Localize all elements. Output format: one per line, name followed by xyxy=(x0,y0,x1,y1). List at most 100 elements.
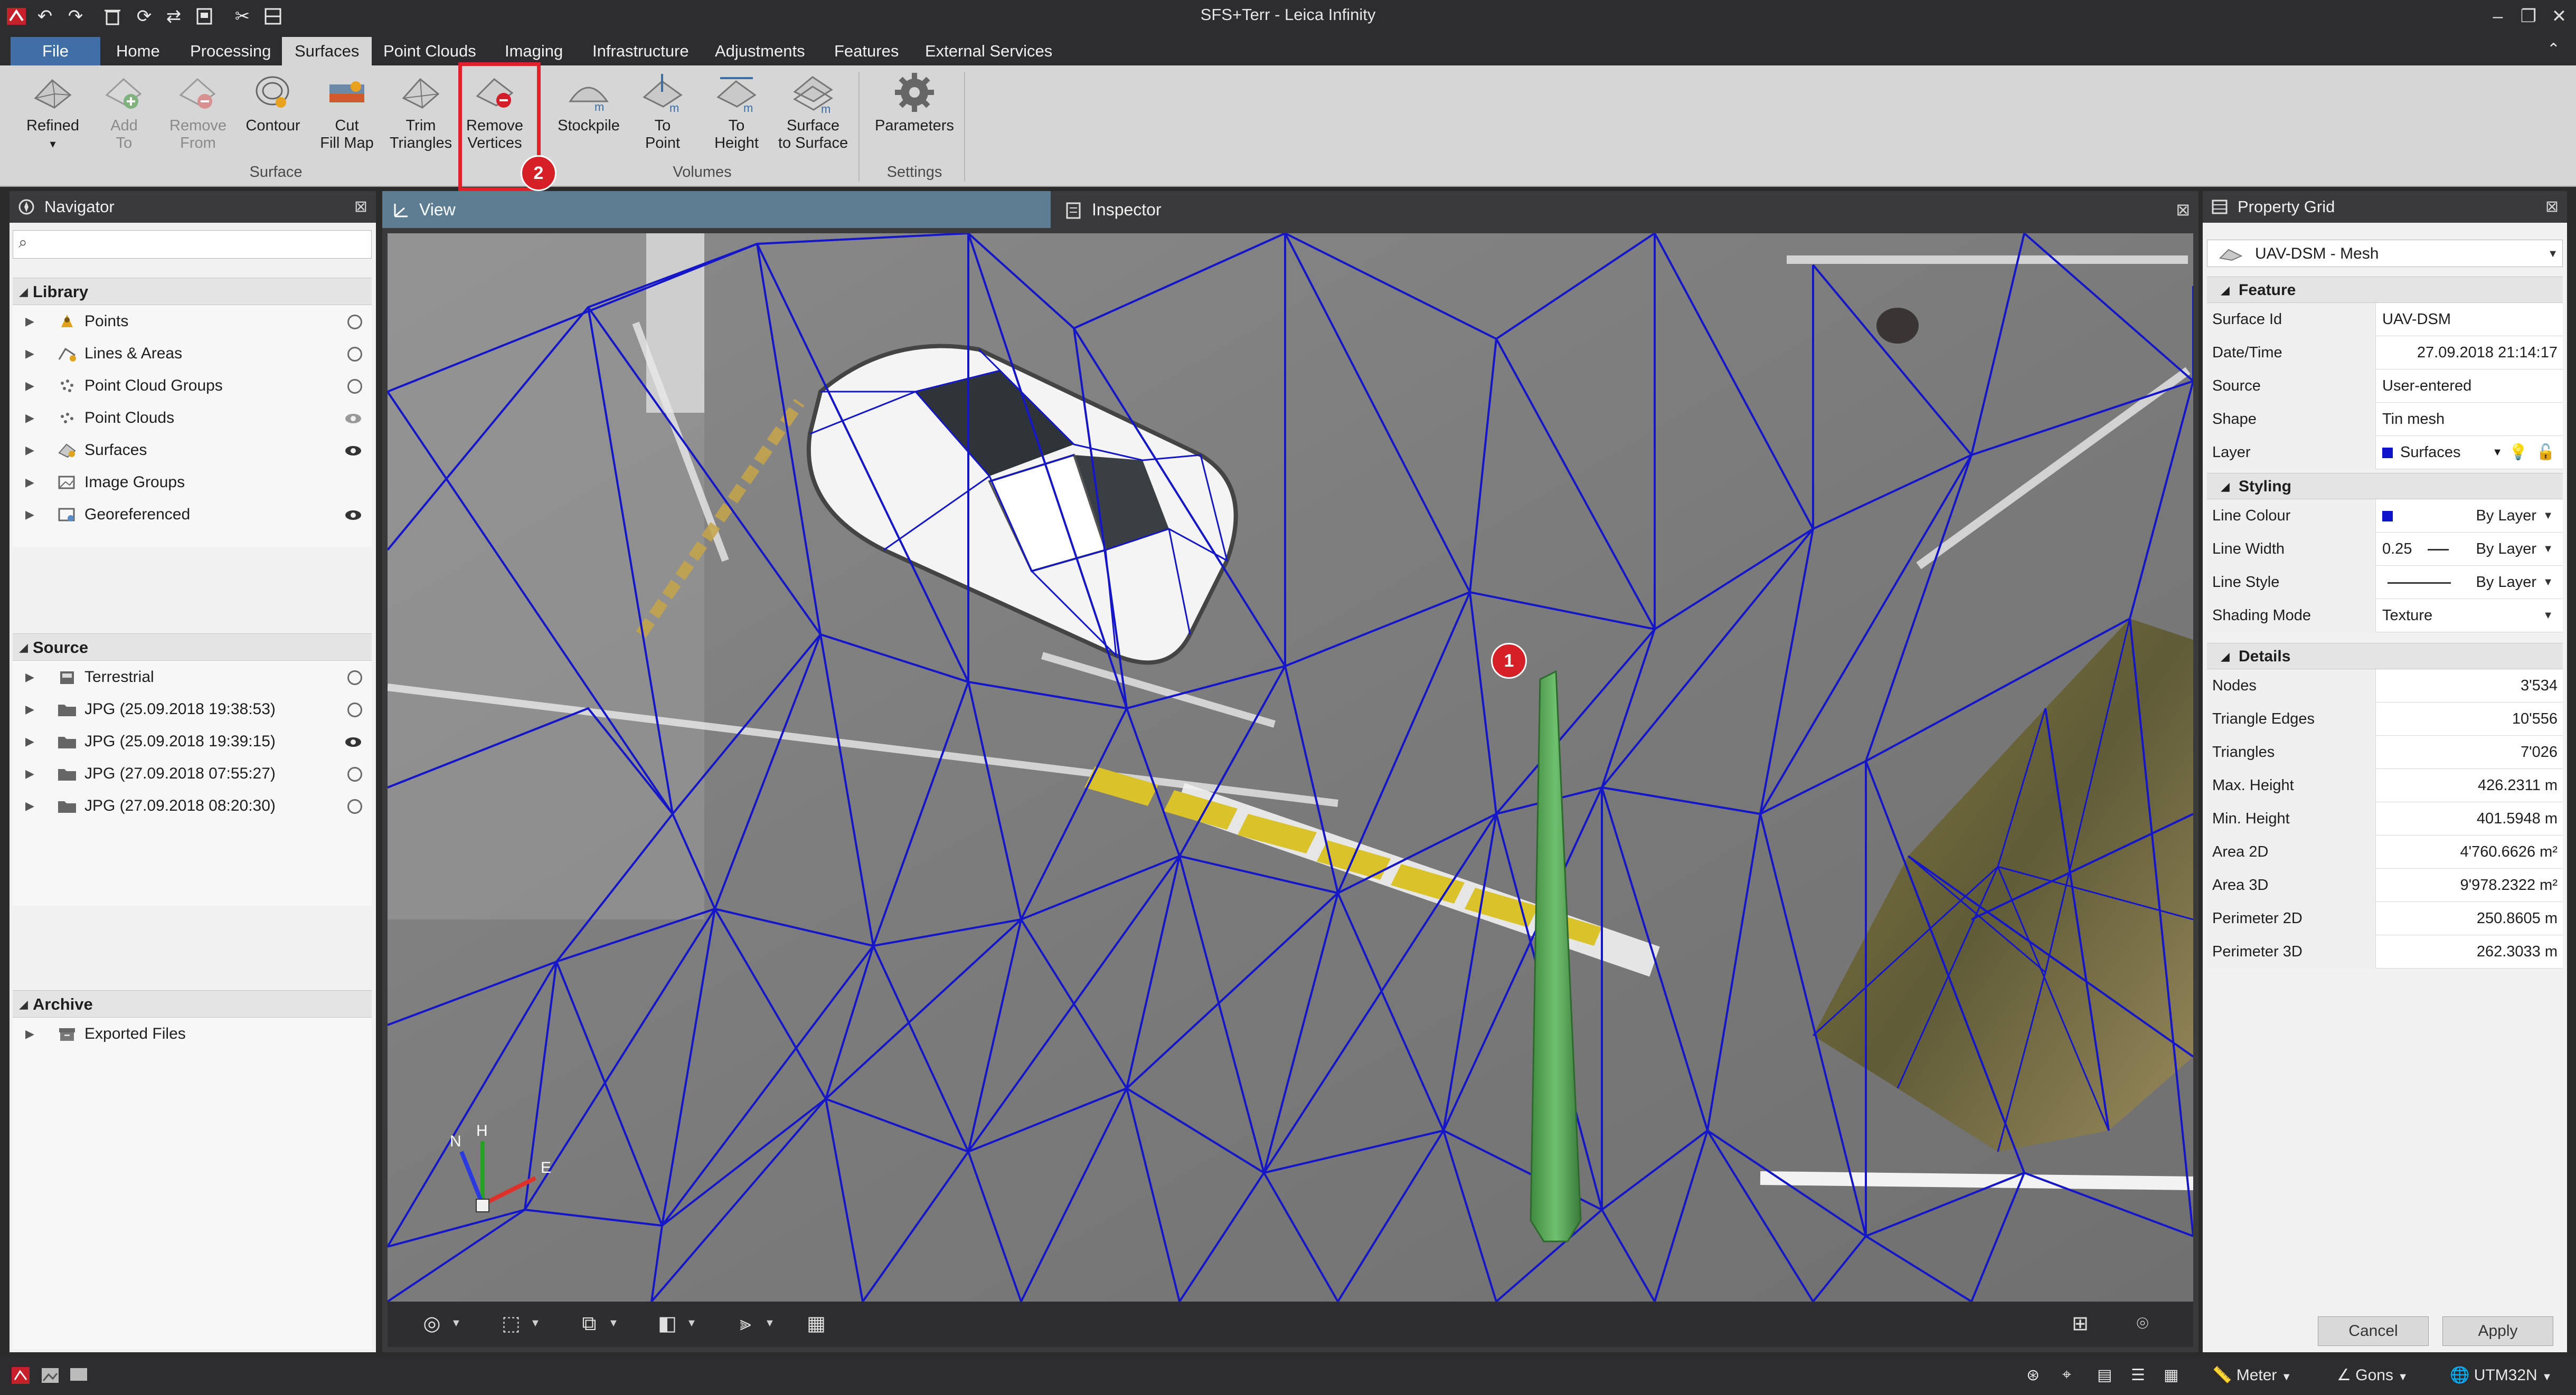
nav-item-image-groups[interactable]: ▶ Image Groups xyxy=(13,466,372,498)
tab-point-clouds[interactable]: Point Clouds xyxy=(371,37,489,65)
tab-file[interactable]: File xyxy=(11,37,100,65)
grid-toggle-icon[interactable]: ▤ xyxy=(2097,1366,2112,1384)
box-icon[interactable]: ◧ xyxy=(656,1312,679,1335)
image-icon[interactable] xyxy=(40,1365,61,1386)
visibility-toggle[interactable] xyxy=(347,703,362,717)
3d-viewport[interactable]: N H E 1 xyxy=(388,233,2193,1302)
property-value[interactable]: UAV-DSM xyxy=(2382,303,2558,336)
close-view-icon[interactable]: ⊠ xyxy=(2176,191,2190,228)
search-input[interactable] xyxy=(39,234,366,255)
mesh-scene[interactable]: N H E xyxy=(388,233,2193,1302)
chevron-down-icon[interactable]: ▼ xyxy=(2543,499,2553,533)
tab-external-services[interactable]: External Services xyxy=(912,37,1065,65)
selected-object-dropdown[interactable]: UAV-DSM - Mesh ▼ xyxy=(2207,240,2563,267)
chevron-down-icon[interactable]: ▼ xyxy=(608,1317,619,1330)
to-point-button[interactable]: m To Point xyxy=(628,71,697,171)
nav-item-jpg[interactable]: ▶ JPG (25.09.2018 19:39:15) xyxy=(13,725,372,757)
details-header[interactable]: ◢ Details xyxy=(2207,643,2563,669)
line-style-dropdown[interactable]: By Layer ▼ xyxy=(2382,566,2558,599)
apply-button[interactable]: Apply xyxy=(2442,1316,2553,1346)
shading-mode-dropdown[interactable]: Texture ▼ xyxy=(2382,599,2558,632)
tab-home[interactable]: Home xyxy=(103,37,173,65)
maximize-button[interactable]: ❐ xyxy=(2513,3,2544,30)
refined-button[interactable]: Refined ▾ xyxy=(18,71,87,171)
parameters-button[interactable]: Parameters xyxy=(872,71,957,171)
surface-to-surface-button[interactable]: m Surface to Surface xyxy=(776,71,850,171)
layer-dropdown[interactable]: Surfaces ▼ 💡 🔓 xyxy=(2382,436,2558,469)
chevron-down-icon[interactable]: ▼ xyxy=(451,1317,461,1330)
measure-icon[interactable]: ⌖ xyxy=(2062,1366,2071,1384)
snap-icon[interactable]: ⊛ xyxy=(2026,1366,2040,1384)
trim-triangles-button[interactable]: Trim Triangles xyxy=(386,71,455,171)
visibility-toggle[interactable] xyxy=(347,670,362,685)
visibility-toggle[interactable] xyxy=(347,767,362,782)
tab-imaging[interactable]: Imaging xyxy=(492,37,575,65)
eye-icon[interactable] xyxy=(344,443,362,458)
minimize-button[interactable]: – xyxy=(2483,3,2513,30)
remove-from-button[interactable]: Remove From xyxy=(164,71,232,171)
tab-adjustments[interactable]: Adjustments xyxy=(702,37,818,65)
eye-partial-icon[interactable] xyxy=(344,411,362,426)
lock-icon[interactable]: 🔓 xyxy=(2536,436,2555,469)
view-cube-icon[interactable]: ⧉ xyxy=(578,1312,601,1335)
nav-item-point-clouds[interactable]: ▶ Point Clouds xyxy=(13,402,372,434)
feature-header[interactable]: ◢ Feature xyxy=(2207,277,2563,303)
database-icon[interactable]: ▦ xyxy=(2164,1366,2178,1384)
filter-icon[interactable]: ⫸ xyxy=(734,1312,757,1335)
visibility-toggle[interactable] xyxy=(347,347,362,362)
visibility-toggle[interactable] xyxy=(347,799,362,814)
library-header[interactable]: ◢ Library xyxy=(13,278,372,305)
close-panel-icon[interactable]: ⊠ xyxy=(354,191,367,223)
units-dropdown[interactable]: 📏 Meter ▼ xyxy=(2212,1366,2292,1384)
tab-inspector[interactable]: Inspector ⊠ xyxy=(1055,191,2198,228)
nav-item-points[interactable]: ▶ Points xyxy=(13,305,372,337)
fit-view-icon[interactable]: ⊞ xyxy=(2069,1312,2092,1335)
chevron-down-icon[interactable]: ▼ xyxy=(530,1317,541,1330)
nav-item-jpg[interactable]: ▶ JPG (27.09.2018 07:55:27) xyxy=(13,757,372,790)
tab-processing[interactable]: Processing xyxy=(177,37,284,65)
contour-button[interactable]: Contour xyxy=(239,71,307,171)
visibility-toggle[interactable] xyxy=(347,379,362,394)
lightbulb-icon[interactable]: 💡 xyxy=(2509,436,2528,469)
chevron-down-icon[interactable]: ▼ xyxy=(2547,240,2558,268)
source-header[interactable]: ◢ Source xyxy=(13,633,372,661)
cut-fill-map-button[interactable]: Cut Fill Map xyxy=(313,71,381,171)
layers-icon[interactable]: ☰ xyxy=(2131,1366,2145,1384)
archive-header[interactable]: ◢ Archive xyxy=(13,990,372,1018)
chevron-down-icon[interactable]: ▼ xyxy=(2492,436,2503,469)
line-width-dropdown[interactable]: 0.25 By Layer ▼ xyxy=(2382,533,2558,566)
angle-units-dropdown[interactable]: ∠ Gons ▼ xyxy=(2337,1366,2408,1384)
chevron-down-icon[interactable]: ▼ xyxy=(765,1317,775,1330)
chevron-down-icon[interactable]: ▼ xyxy=(2543,566,2553,599)
line-colour-dropdown[interactable]: By Layer ▼ xyxy=(2382,499,2558,533)
search-field[interactable]: ⌕ xyxy=(13,230,372,259)
chevron-down-icon[interactable]: ▼ xyxy=(2543,599,2553,632)
select-tool-icon[interactable]: ⬚ xyxy=(499,1312,523,1335)
eye-icon[interactable] xyxy=(344,508,362,523)
add-to-button[interactable]: Add To xyxy=(90,71,158,171)
collapse-ribbon-icon[interactable]: ⌃ xyxy=(2547,40,2560,59)
stockpile-button[interactable]: m Stockpile xyxy=(554,71,623,171)
chevron-down-icon[interactable]: ▼ xyxy=(2543,533,2553,566)
tab-view[interactable]: View xyxy=(382,191,1051,228)
visibility-toggle[interactable] xyxy=(347,315,362,329)
grid-icon[interactable]: ▦ xyxy=(805,1312,828,1335)
tab-features[interactable]: Features xyxy=(822,37,911,65)
cancel-button[interactable]: Cancel xyxy=(2318,1316,2429,1346)
tab-surfaces[interactable]: Surfaces xyxy=(282,37,372,65)
to-height-button[interactable]: m To Height xyxy=(702,71,771,171)
nav-item-jpg[interactable]: ▶ JPG (25.09.2018 19:38:53) xyxy=(13,693,372,725)
close-panel-icon[interactable]: ⊠ xyxy=(2545,191,2559,223)
nav-item-terrestrial[interactable]: ▶ Terrestrial xyxy=(13,661,372,693)
tab-infrastructure[interactable]: Infrastructure xyxy=(580,37,702,65)
crs-dropdown[interactable]: 🌐 UTM32N ▼ xyxy=(2450,1366,2552,1384)
camera-icon[interactable]: ⌾ xyxy=(2131,1312,2154,1335)
message-icon[interactable] xyxy=(69,1365,90,1386)
styling-header[interactable]: ◢ Styling xyxy=(2207,473,2563,499)
nav-item-surfaces[interactable]: ▶ Surfaces xyxy=(13,434,372,466)
nav-item-exported-files[interactable]: ▶ Exported Files xyxy=(13,1018,372,1050)
nav-item-georeferenced[interactable]: ▶ Georeferenced xyxy=(13,498,372,530)
orbit-icon[interactable]: ◎ xyxy=(420,1312,444,1335)
eye-icon[interactable] xyxy=(344,735,362,749)
close-window-button[interactable]: ✕ xyxy=(2544,3,2574,30)
